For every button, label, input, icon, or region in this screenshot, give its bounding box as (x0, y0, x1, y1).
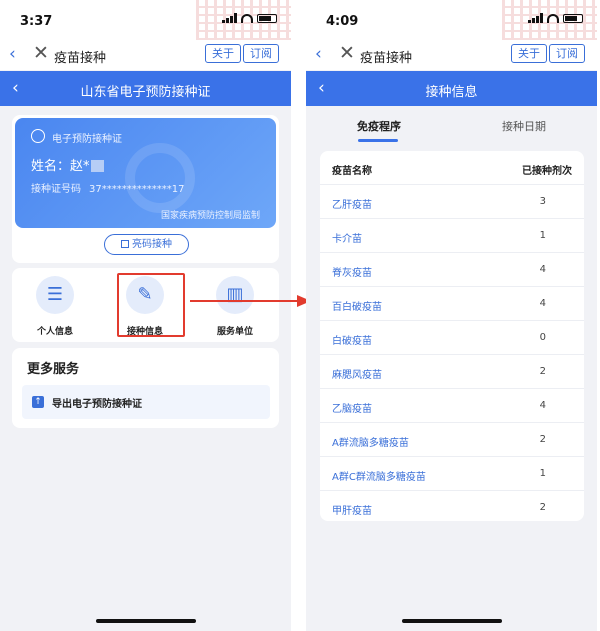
signal-icon (222, 13, 237, 23)
export-certificate-button[interactable]: ↑ 导出电子预防接种证 (22, 385, 270, 419)
feature-panel: ☰ 个人信息 ✎ 接种信息 ▥ 服务单位 (12, 268, 279, 342)
page-title: 接种信息 (425, 85, 478, 100)
personal-info-button[interactable]: ☰ 个人信息 (20, 276, 90, 337)
table-row[interactable]: 百白破疫苗 4 (320, 287, 584, 321)
tab-immunization-schedule[interactable]: 免疫程序 (357, 118, 401, 134)
dose-count: 2 (539, 502, 546, 513)
table-row[interactable]: A群C群流脑多糖疫苗 1 (320, 457, 584, 491)
vaccine-name: 乙肝疫苗 (332, 200, 372, 211)
nav-bar: ‹ ✕ 疫苗接种 关于 订阅 (0, 40, 291, 70)
status-time: 4:09 (326, 14, 359, 29)
certificate-id: 接种证号码 37**************17 (31, 180, 184, 195)
tab-vaccination-date[interactable]: 接种日期 (502, 118, 546, 134)
status-icons (222, 13, 277, 23)
dose-count: 1 (539, 230, 546, 241)
holder-name-text: 姓名：赵* (31, 159, 90, 174)
about-button[interactable]: 关于 (511, 44, 547, 63)
close-icon[interactable]: ✕ (33, 42, 49, 64)
qr-code-icon (121, 240, 129, 248)
building-icon: ▥ (216, 276, 254, 314)
vaccine-name: 甲肝疫苗 (332, 506, 372, 517)
phone-screen-certificate: 3:37 ‹ ✕ 疫苗接种 关于 订阅 ‹ 山东省电子预防接种证 电子预防接种证… (0, 0, 291, 631)
subscribe-button[interactable]: 订阅 (243, 44, 279, 63)
certificate-footer: 国家疾病预防控制局监制 (160, 211, 260, 221)
page-header: ‹ 山东省电子预防接种证 (0, 71, 291, 106)
service-unit-label: 服务单位 (216, 327, 253, 337)
vaccine-name: 百白破疫苗 (332, 302, 382, 313)
more-services-panel: 更多服务 ↑ 导出电子预防接种证 (12, 348, 279, 428)
vaccine-name: 麻腮风疫苗 (332, 370, 382, 381)
table-row[interactable]: 卡介苗 1 (320, 219, 584, 253)
page-header: ‹ 接种信息 (306, 71, 597, 106)
dose-count: 2 (539, 434, 546, 445)
nav-title: 疫苗接种 (54, 51, 107, 66)
certificate-id-label: 接种证号码 (31, 184, 81, 195)
table-row[interactable]: 甲肝疫苗 2 (320, 491, 584, 525)
vaccine-name: 卡介苗 (332, 234, 362, 245)
phone-screen-vaccination-info: 4:09 ‹ ✕ 疫苗接种 关于 订阅 ‹ 接种信息 免疫程序 接种日期 疫苗名… (306, 0, 597, 631)
highlight-annotation-box (117, 273, 185, 337)
show-qr-label: 亮码接种 (132, 239, 172, 250)
about-button[interactable]: 关于 (205, 44, 241, 63)
table-row[interactable]: 麻腮风疫苗 2 (320, 355, 584, 389)
document-icon: ☰ (36, 276, 74, 314)
subscribe-button[interactable]: 订阅 (549, 44, 585, 63)
certificate-card: 电子预防接种证 姓名：赵* 接种证号码 37**************17 国家… (15, 118, 276, 228)
vaccine-name: 白破疫苗 (332, 336, 372, 347)
export-icon: ↑ (32, 396, 44, 408)
card-emblem-decoration (125, 143, 195, 213)
holder-name: 姓名：赵* (31, 155, 104, 174)
battery-icon (257, 13, 277, 23)
certificate-id-value: 37**************17 (89, 184, 185, 195)
table-row[interactable]: 白破疫苗 0 (320, 321, 584, 355)
certificate-logo-icon (31, 129, 45, 143)
export-certificate-label: 导出电子预防接种证 (52, 399, 142, 410)
personal-info-label: 个人信息 (36, 327, 73, 337)
home-indicator (95, 619, 196, 623)
vaccine-name: 乙脑疫苗 (332, 404, 372, 415)
dose-count: 1 (539, 468, 546, 479)
tab-bar: 免疫程序 接种日期 (306, 106, 597, 146)
column-header-dose-count: 已接种剂次 (522, 166, 572, 177)
status-time: 3:37 (20, 14, 53, 29)
battery-icon (563, 13, 583, 23)
certificate-label: 电子预防接种证 (52, 134, 122, 145)
dose-count: 4 (539, 298, 546, 309)
wifi-icon (241, 13, 253, 23)
annotation-arrow-line (190, 300, 300, 302)
vaccine-table: 疫苗名称 已接种剂次 乙肝疫苗 3 卡介苗 1 脊灰疫苗 4 百白破疫苗 4 白破疫苗 0 麻腮风疫… (320, 151, 584, 521)
wifi-icon (547, 13, 559, 23)
signal-icon (528, 13, 543, 23)
table-row[interactable]: 乙脑疫苗 4 (320, 389, 584, 423)
close-icon[interactable]: ✕ (339, 42, 355, 64)
table-row[interactable]: A群流脑多糖疫苗 2 (320, 423, 584, 457)
table-row[interactable]: 乙肝疫苗 3 (320, 185, 584, 219)
dose-count: 3 (539, 196, 546, 207)
vaccine-name: 脊灰疫苗 (332, 268, 372, 279)
status-icons (528, 13, 583, 23)
table-row[interactable]: 脊灰疫苗 4 (320, 253, 584, 287)
nav-title: 疫苗接种 (360, 51, 413, 66)
status-bar: 4:09 (306, 0, 597, 40)
active-tab-indicator (358, 139, 398, 142)
vaccine-name: A群C群流脑多糖疫苗 (332, 472, 426, 483)
column-header-vaccine-name: 疫苗名称 (332, 166, 372, 177)
back-icon[interactable]: ‹ (315, 44, 322, 64)
show-qr-button[interactable]: 亮码接种 (104, 234, 189, 255)
dose-count: 4 (539, 400, 546, 411)
vaccine-name: A群流脑多糖疫苗 (332, 438, 409, 449)
certificate-panel: 电子预防接种证 姓名：赵* 接种证号码 37**************17 国家… (12, 115, 279, 263)
name-mask (90, 160, 104, 172)
dose-count: 2 (539, 366, 546, 377)
nav-bar: ‹ ✕ 疫苗接种 关于 订阅 (306, 40, 597, 70)
more-services-title: 更多服务 (27, 362, 80, 377)
table-header: 疫苗名称 已接种剂次 (320, 151, 584, 185)
back-icon[interactable]: ‹ (9, 44, 16, 64)
dose-count: 0 (539, 332, 546, 343)
service-unit-button[interactable]: ▥ 服务单位 (200, 276, 270, 337)
status-bar: 3:37 (0, 0, 291, 40)
dose-count: 4 (539, 264, 546, 275)
page-title: 山东省电子预防接种证 (80, 85, 211, 100)
home-indicator (401, 619, 502, 623)
